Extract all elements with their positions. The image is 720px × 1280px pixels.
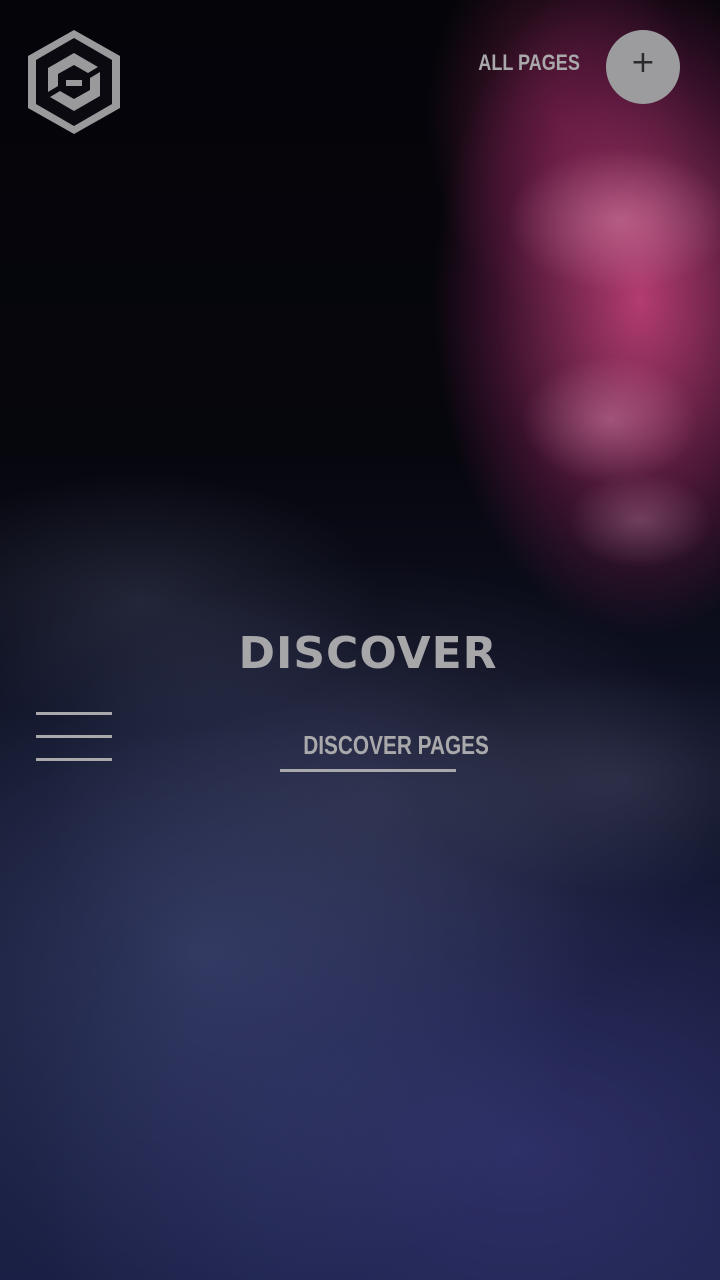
plus-icon: + <box>630 45 656 80</box>
hexagon-logo-icon[interactable] <box>26 28 122 136</box>
discover-pages-link[interactable]: DISCOVER PAGES <box>280 730 489 772</box>
hamburger-menu-icon[interactable] <box>36 712 112 764</box>
menu-bar-top <box>36 712 112 715</box>
all-pages-link[interactable]: ALL PAGES <box>478 50 580 76</box>
menu-bar-bottom <box>36 758 112 761</box>
page-title: DISCOVER <box>238 628 498 679</box>
add-button[interactable]: + <box>606 30 680 104</box>
hero-page: ALL PAGES + DISCOVER DISCOVER PAGES <box>0 0 720 1280</box>
discover-pages-label: DISCOVER PAGES <box>303 730 489 760</box>
menu-bar-middle <box>36 735 112 738</box>
link-underline <box>280 769 456 772</box>
